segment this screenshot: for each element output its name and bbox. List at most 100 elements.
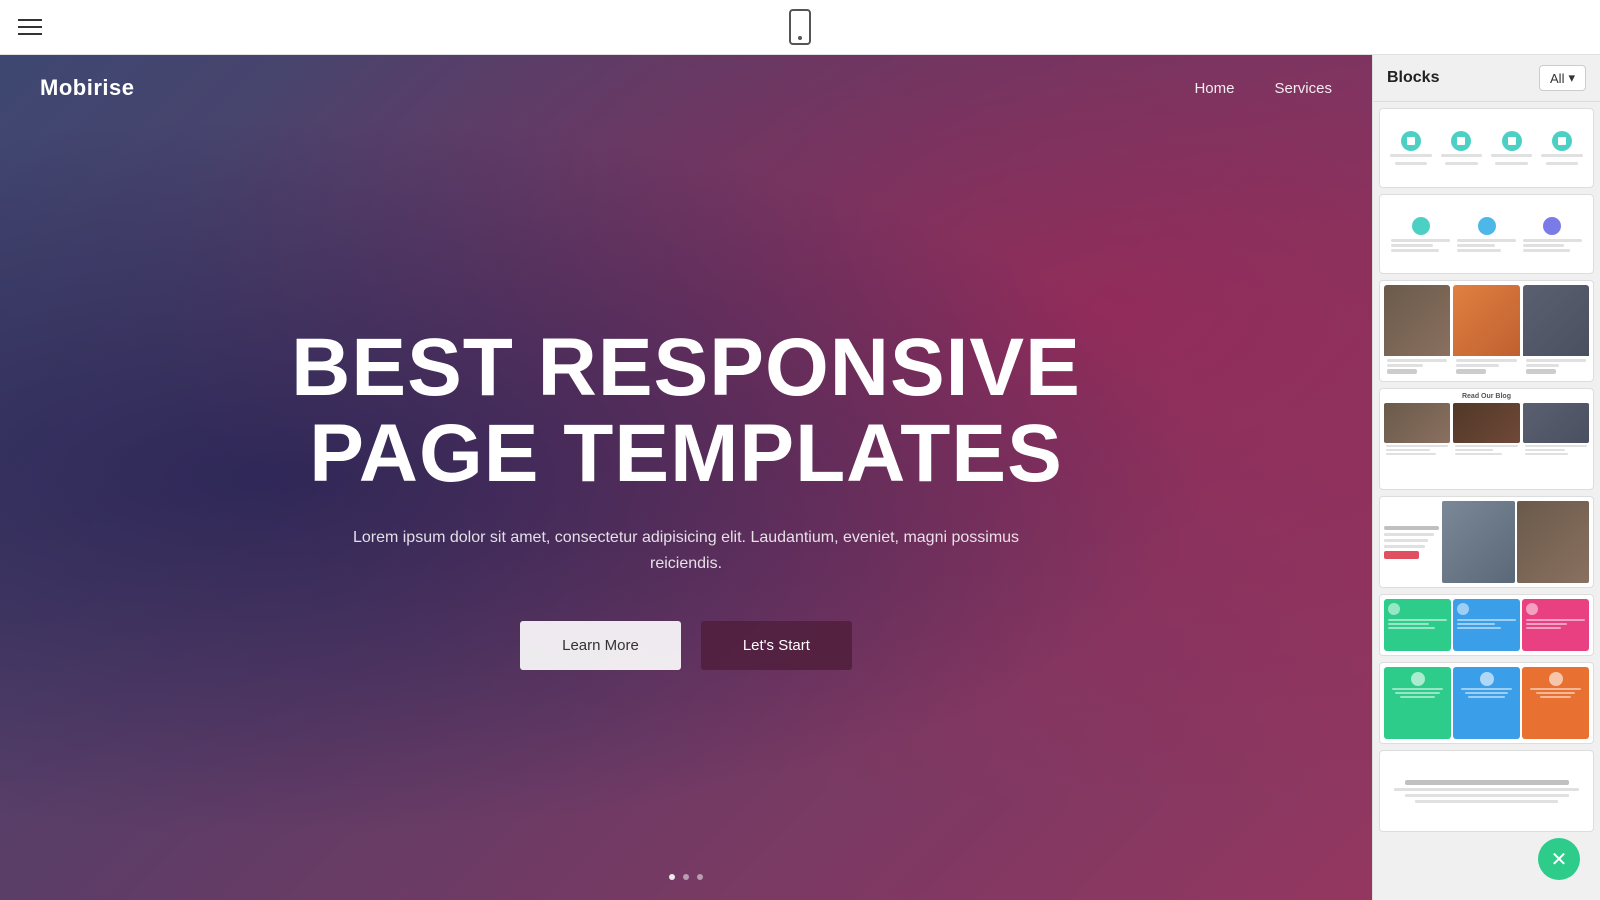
bt4-header: Read Our Blog [1384,393,1589,400]
nav-link-services[interactable]: Services [1274,80,1332,97]
bt8-inner [1384,755,1589,827]
bt6-card-2 [1453,599,1520,651]
bt1-icon-3 [1502,131,1522,151]
nav-links: Home Services [1194,80,1332,97]
bt7-card-1 [1384,667,1451,739]
bt2-circle-3 [1543,217,1561,235]
carousel-dot-1[interactable] [669,874,675,880]
hamburger-line-1 [18,19,42,21]
block-thumb-2[interactable] [1379,194,1594,274]
bt4-card-2 [1453,403,1519,457]
bt1-item-2 [1438,131,1484,165]
block-thumb-6[interactable] [1379,594,1594,656]
block-thumb-5-content [1380,497,1593,587]
bt1-line-3 [1441,154,1483,157]
bt1-icon-1 [1401,131,1421,151]
block-thumb-8[interactable] [1379,750,1594,832]
bt3-card-2 [1453,285,1519,377]
bt3-img-1 [1384,285,1450,356]
bt4-img-3 [1523,403,1589,443]
canvas-area: Mobirise Home Services BEST RESPONSIVE P… [0,55,1372,900]
bt1-line-4 [1445,162,1477,165]
bt6-card-1 [1384,599,1451,651]
filter-label: All [1550,71,1564,86]
learn-more-button[interactable]: Learn More [520,621,681,670]
nav-link-home[interactable]: Home [1194,80,1234,97]
top-bar [0,0,1600,55]
bt1-item-1 [1388,131,1434,165]
bt3-card-1 [1384,285,1450,377]
filter-arrow-icon: ▾ [1568,70,1575,86]
hamburger-line-2 [18,26,42,28]
carousel-dot-3[interactable] [697,874,703,880]
bt4-card-1 [1384,403,1450,457]
blocks-list: Read Our Blog [1373,102,1600,900]
bt1-item-4 [1539,131,1585,165]
right-panel: Blocks All ▾ [1372,55,1600,900]
bt4-img-2 [1453,403,1519,443]
block-thumb-8-content [1380,751,1593,831]
block-thumb-1-content [1380,109,1593,187]
carousel-dot-2[interactable] [683,874,689,880]
bt1-icon-4 [1552,131,1572,151]
panel-filter-button[interactable]: All ▾ [1539,65,1586,91]
bt3-card-3 [1523,285,1589,377]
block-thumb-3[interactable] [1379,280,1594,382]
bt6-icon-1 [1388,603,1400,615]
bt2-circle-2 [1478,217,1496,235]
bt1-line-6 [1495,162,1527,165]
bt7-card-2 [1453,667,1520,739]
bt5-img-2 [1517,501,1590,583]
main-layout: Mobirise Home Services BEST RESPONSIVE P… [0,55,1600,900]
hero-title: BEST RESPONSIVE PAGE TEMPLATES [291,325,1081,497]
hamburger-menu[interactable] [18,19,42,35]
block-thumb-6-content [1380,595,1593,655]
bt1-line-2 [1395,162,1427,165]
block-thumb-5[interactable] [1379,496,1594,588]
lets-start-button[interactable]: Let's Start [701,621,852,670]
bt2-item-3 [1519,217,1585,252]
block-thumb-7[interactable] [1379,662,1594,744]
bt5-left [1384,501,1439,583]
bt7-icon-1 [1411,672,1425,686]
panel-header: Blocks All ▾ [1373,55,1600,102]
block-thumb-4[interactable]: Read Our Blog [1379,388,1594,490]
hero-content: BEST RESPONSIVE PAGE TEMPLATES Lorem ips… [0,121,1372,874]
bt6-icon-2 [1457,603,1469,615]
hero-buttons: Learn More Let's Start [520,621,852,670]
bt5-title-line [1384,526,1439,530]
block-thumb-1[interactable] [1379,108,1594,188]
bt7-icon-3 [1549,672,1563,686]
bt8-title-bar [1405,780,1569,785]
panel-title: Blocks [1387,69,1439,87]
bt1-line-8 [1546,162,1578,165]
bt1-line-7 [1541,154,1583,157]
bt7-card-3 [1522,667,1589,739]
bt4-card-3 [1523,403,1589,457]
bt2-item-1 [1388,217,1454,252]
device-home-button [798,36,802,40]
bt1-line-1 [1390,154,1432,157]
mobile-device-icon[interactable] [789,9,811,45]
bt2-circle-1 [1412,217,1430,235]
bt6-icon-3 [1526,603,1538,615]
close-panel-button[interactable]: ✕ [1538,838,1580,880]
bt1-item-3 [1489,131,1535,165]
hamburger-line-3 [18,33,42,35]
block-thumb-7-content [1380,663,1593,743]
bt5-badge [1384,551,1419,559]
bt4-img-1 [1384,403,1450,443]
site-logo: Mobirise [40,75,134,101]
hero-carousel-dots [0,874,1372,900]
bt1-line-5 [1491,154,1533,157]
hero-section: Mobirise Home Services BEST RESPONSIVE P… [0,55,1372,900]
close-icon: ✕ [1551,847,1568,872]
bt5-img-1 [1442,501,1515,583]
block-thumb-2-content [1380,195,1593,273]
hero-subtitle: Lorem ipsum dolor sit amet, consectetur … [336,525,1036,576]
bt5-right [1442,501,1589,583]
block-thumb-3-content [1380,281,1593,381]
bt2-item-2 [1454,217,1520,252]
device-preview-controls [789,9,811,45]
bt3-img-2 [1453,285,1519,356]
